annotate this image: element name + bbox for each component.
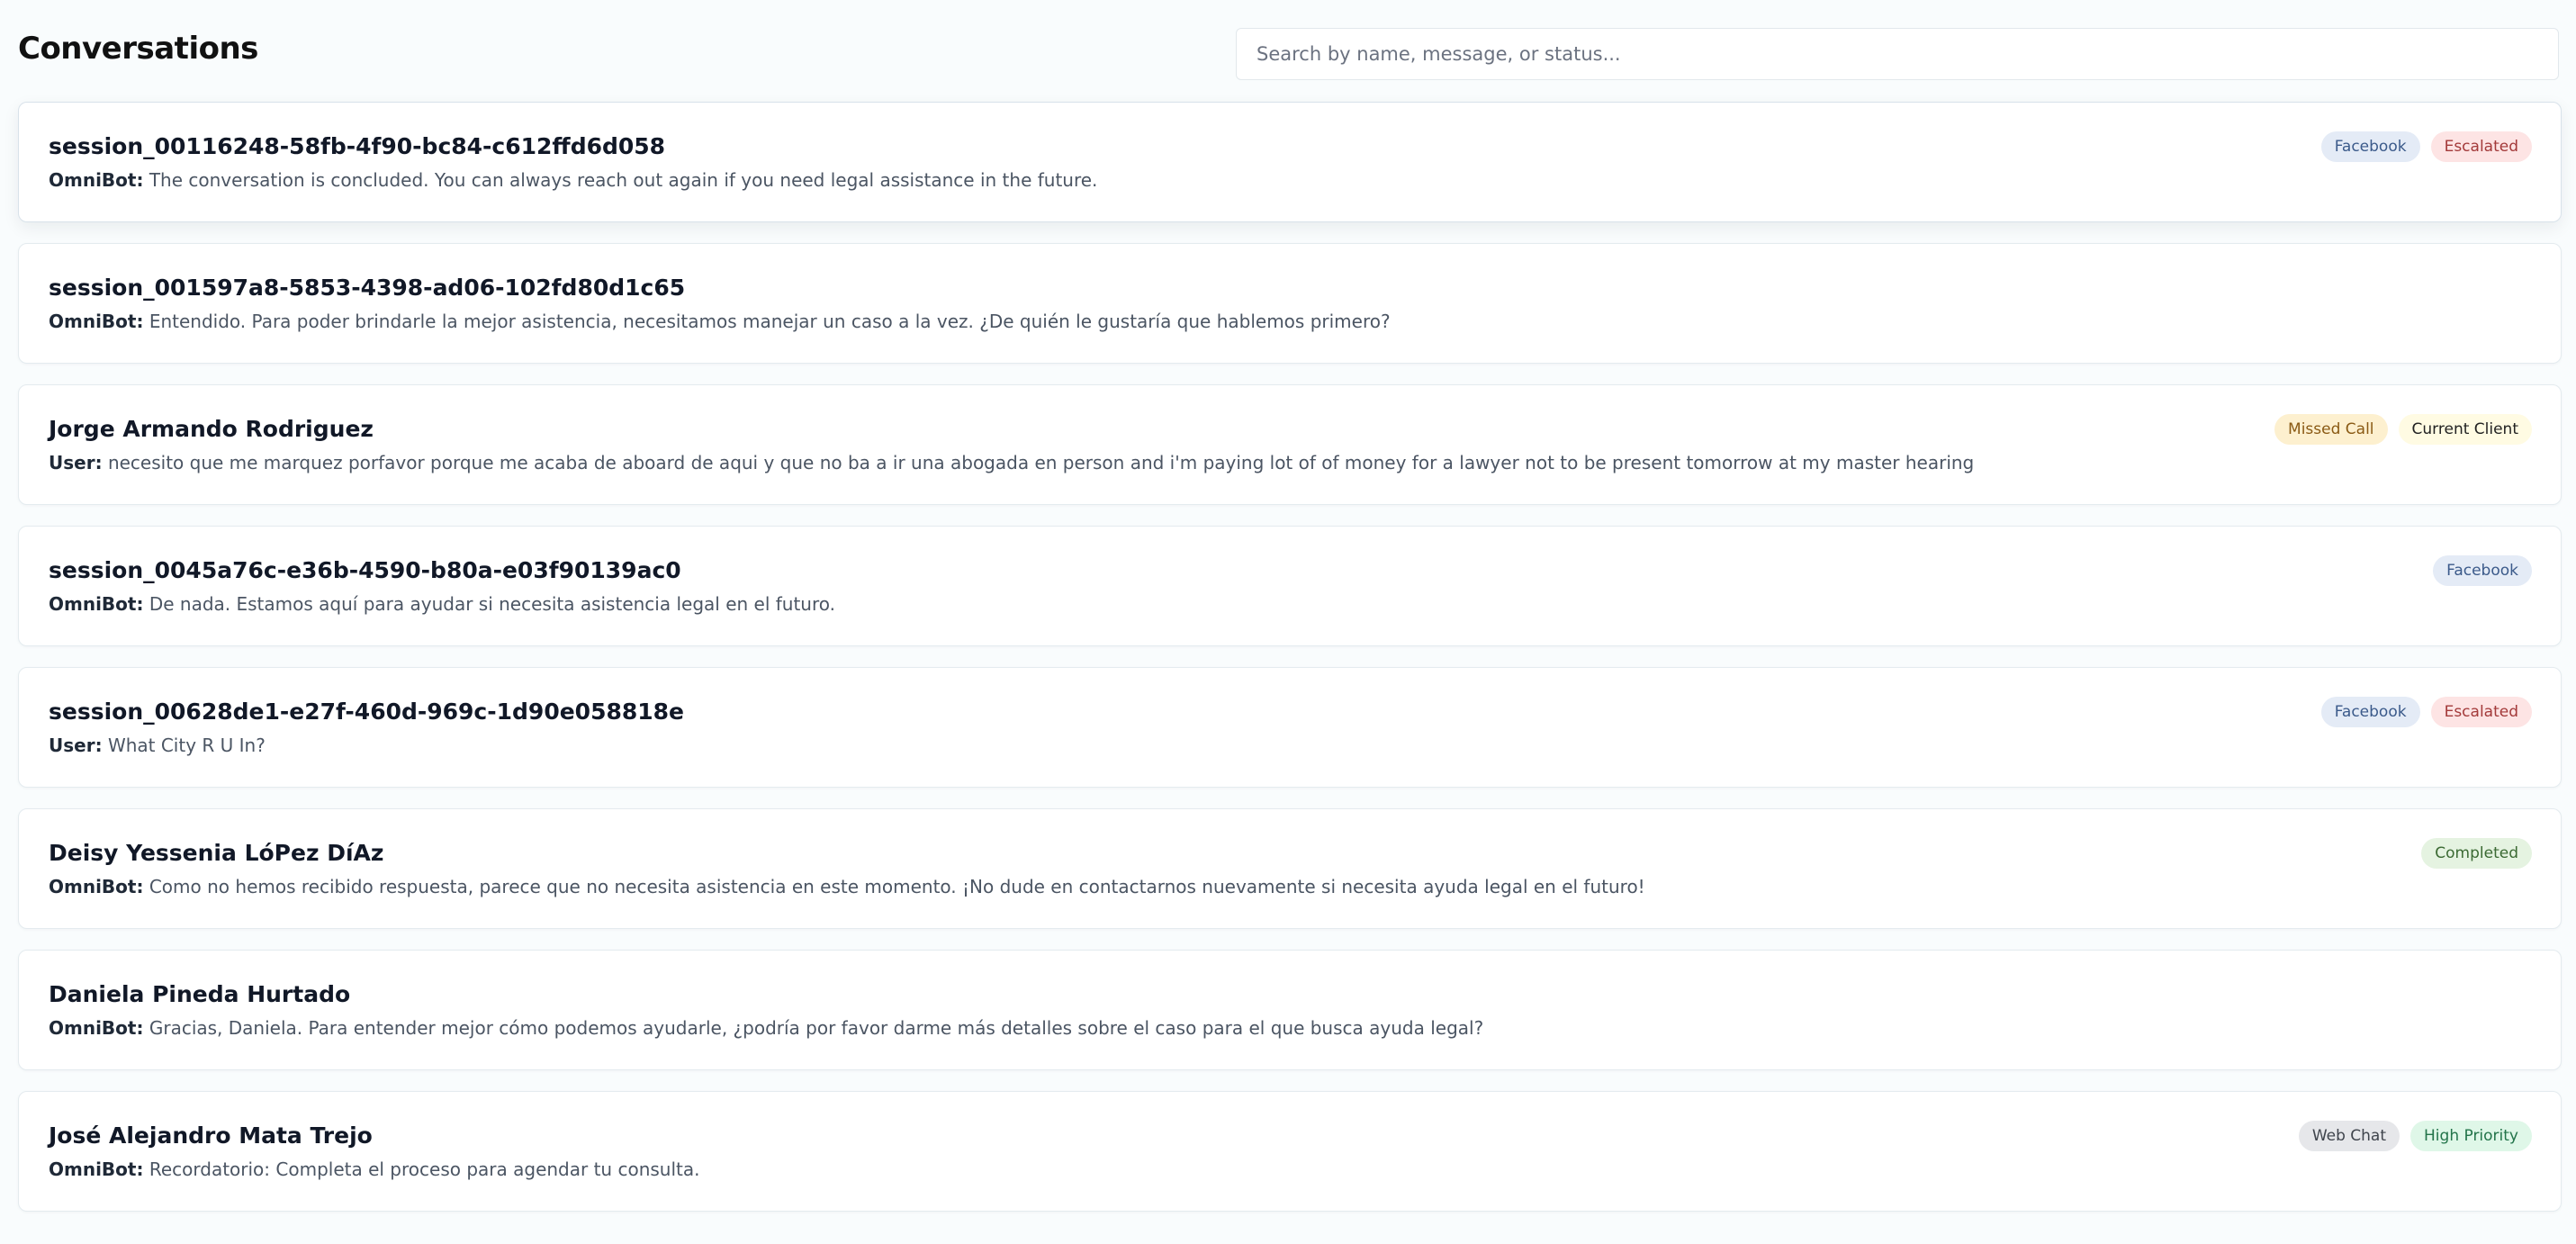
preview-message: Gracias, Daniela. Para entender mejor có… — [149, 1017, 1484, 1039]
preview-message: What City R U In? — [107, 735, 266, 756]
preview-sender: OmniBot: — [49, 169, 144, 191]
conversations-page: Conversations session_00116248-58fb-4f90… — [0, 0, 2576, 1244]
preview-message: Como no hemos recibido respuesta, parece… — [149, 876, 1645, 897]
search-box — [1236, 28, 2559, 80]
status-badge: Escalated — [2430, 131, 2532, 162]
conversation-preview: OmniBot: Entendido. Para poder brindarle… — [49, 311, 1391, 332]
conversation-title: Daniela Pineda Hurtado — [49, 981, 351, 1007]
conversation-title: José Alejandro Mata Trejo — [49, 1122, 373, 1149]
status-badge: Escalated — [2430, 697, 2532, 727]
preview-sender: OmniBot: — [49, 1158, 144, 1180]
preview-sender: User: — [49, 735, 103, 756]
conversation-preview: OmniBot: Gracias, Daniela. Para entender… — [49, 1017, 1483, 1039]
conversation-card[interactable]: Daniela Pineda Hurtado OmniBot: Gracias, … — [18, 950, 2562, 1070]
status-badge: Facebook — [2320, 697, 2420, 727]
conversation-card[interactable]: session_00628de1-e27f-460d-969c-1d90e058… — [18, 667, 2562, 788]
conversation-card[interactable]: José Alejandro Mata Trejo OmniBot: Record… — [18, 1091, 2562, 1212]
status-badge: High Priority — [2410, 1121, 2532, 1151]
search-input[interactable] — [1237, 29, 2558, 79]
conversation-preview: User: necesito que me marquez porfavor p… — [49, 452, 1974, 473]
conversation-title: session_001597a8-5853-4398-ad06-102fd80d… — [49, 275, 686, 301]
conversation-title: session_00628de1-e27f-460d-969c-1d90e058… — [49, 699, 684, 725]
conversation-list: session_00116248-58fb-4f90-bc84-c612ffd6… — [18, 102, 2562, 1232]
conversation-tags: Web Chat High Priority — [2298, 1121, 2532, 1151]
status-badge: Web Chat — [2298, 1121, 2400, 1151]
preview-sender: OmniBot: — [49, 593, 144, 615]
conversation-card[interactable]: Deisy Yessenia LóPez DíAz OmniBot: Como n… — [18, 808, 2562, 929]
conversation-card[interactable]: Jorge Armando Rodriguez User: necesito qu… — [18, 384, 2562, 505]
conversation-title: session_0045a76c-e36b-4590-b80a-e03f9013… — [49, 557, 681, 583]
preview-sender: OmniBot: — [49, 311, 144, 332]
conversation-title: Jorge Armando Rodriguez — [49, 416, 374, 442]
preview-message: The conversation is concluded. You can a… — [149, 169, 1098, 191]
status-badge: Missed Call — [2274, 414, 2388, 445]
page-title: Conversations — [18, 31, 258, 67]
page-header: Conversations — [18, 0, 2559, 103]
conversation-preview: User: What City R U In? — [49, 735, 266, 756]
conversation-tags: Missed Call Current Client — [2274, 414, 2532, 445]
preview-message: Recordatorio: Completa el proceso para a… — [149, 1158, 700, 1180]
status-badge: Current Client — [2398, 414, 2532, 445]
status-badge: Completed — [2421, 838, 2532, 869]
preview-sender: OmniBot: — [49, 1017, 144, 1039]
conversation-tags: Facebook — [2433, 555, 2532, 586]
preview-sender: User: — [49, 452, 103, 473]
conversation-tags: Completed — [2421, 838, 2532, 869]
conversation-title: session_00116248-58fb-4f90-bc84-c612ffd6… — [49, 133, 666, 159]
conversation-card[interactable]: session_0045a76c-e36b-4590-b80a-e03f9013… — [18, 526, 2562, 646]
conversation-card[interactable]: session_00116248-58fb-4f90-bc84-c612ffd6… — [18, 102, 2562, 222]
conversation-preview: OmniBot: De nada. Estamos aquí para ayud… — [49, 593, 835, 615]
conversation-preview: OmniBot: Como no hemos recibido respuest… — [49, 876, 1645, 897]
conversation-preview: OmniBot: The conversation is concluded. … — [49, 169, 1097, 191]
conversation-title: Deisy Yessenia LóPez DíAz — [49, 840, 384, 866]
conversation-tags: Facebook Escalated — [2320, 697, 2532, 727]
status-badge: Facebook — [2320, 131, 2420, 162]
conversation-tags: Facebook Escalated — [2320, 131, 2532, 162]
preview-message: necesito que me marquez porfavor porque … — [107, 452, 1975, 473]
status-badge: Facebook — [2433, 555, 2532, 586]
conversation-preview: OmniBot: Recordatorio: Completa el proce… — [49, 1158, 699, 1180]
preview-sender: OmniBot: — [49, 876, 144, 897]
preview-message: De nada. Estamos aquí para ayudar si nec… — [149, 593, 836, 615]
conversation-card[interactable]: session_001597a8-5853-4398-ad06-102fd80d… — [18, 243, 2562, 364]
preview-message: Entendido. Para poder brindarle la mejor… — [149, 311, 1391, 332]
